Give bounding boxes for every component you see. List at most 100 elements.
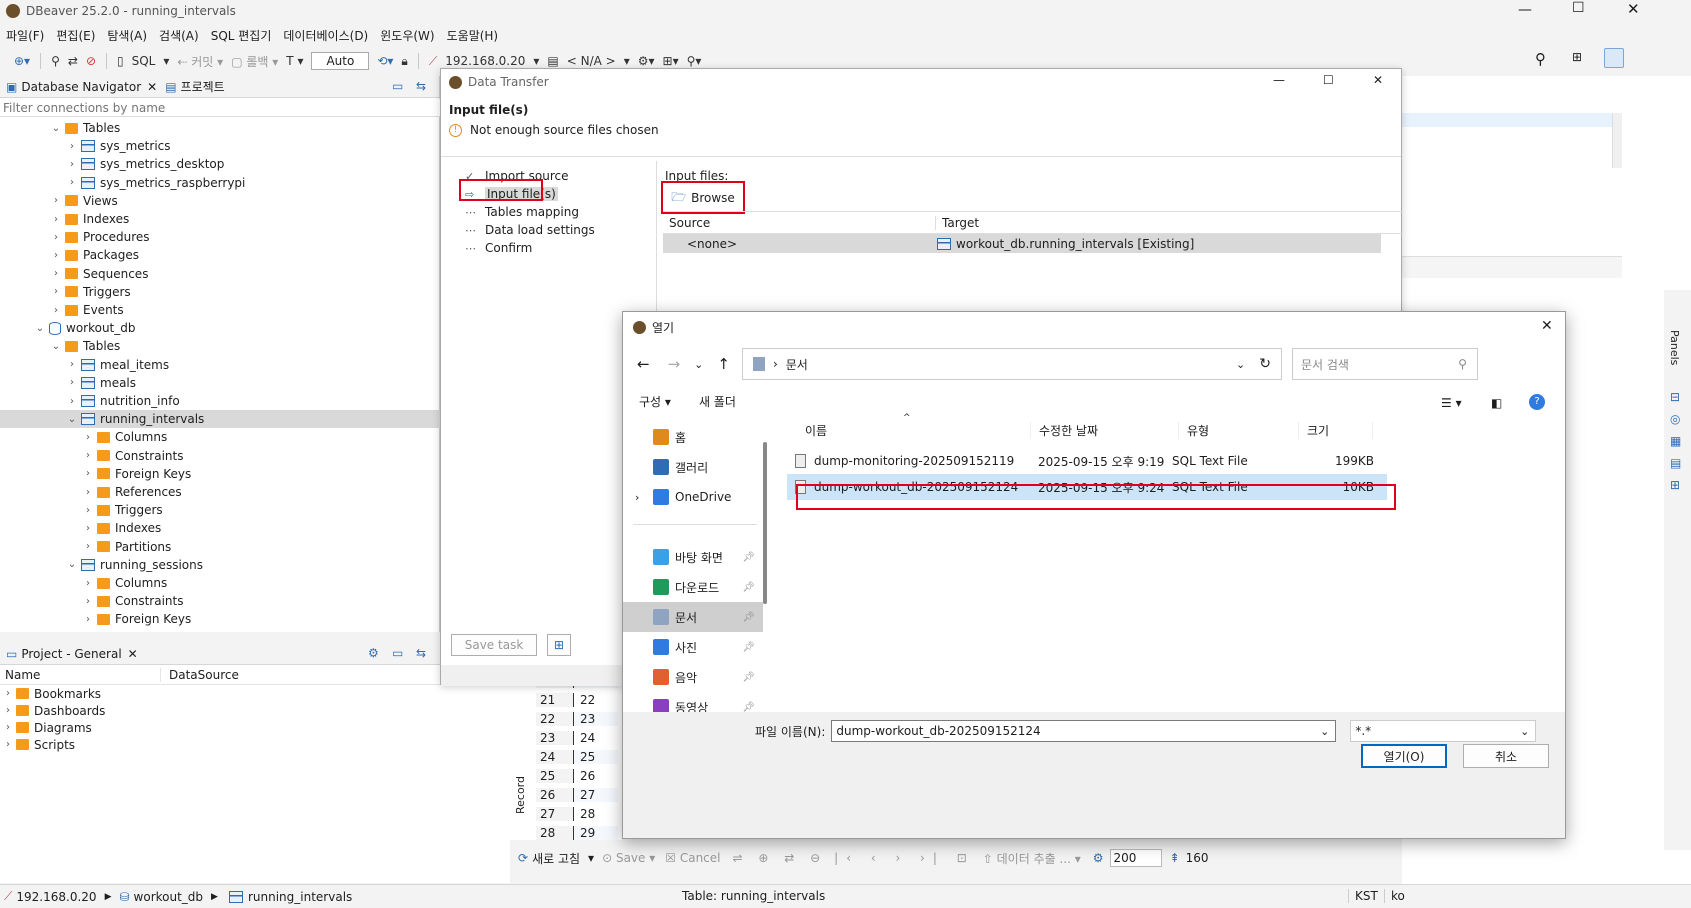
tree-item[interactable]: ⌄ Tables [50,337,121,355]
sidebar-location[interactable]: 사진 📌︎ [623,632,763,662]
menu-file[interactable]: 파일(F) [6,27,44,44]
file-type-filter[interactable]: *.* ⌄ [1350,720,1537,742]
file-search-box[interactable]: 문서 검색 ⚲ [1291,348,1478,380]
tree-item[interactable]: › Indexes [82,519,161,537]
pin-icon[interactable]: 📌︎ [742,642,755,653]
settings-icon[interactable]: ⚙ [368,646,379,660]
project-item[interactable]: › Diagrams [0,719,510,736]
task-config-button[interactable]: ⊞ [547,634,571,656]
grid-row[interactable]: 26 27 [536,786,618,804]
rollback-button[interactable]: ▢ 롤백 ▾ [231,53,278,70]
tree-item[interactable]: › meals [66,374,136,392]
pin-icon[interactable]: 📌︎ [742,702,755,713]
save-button[interactable]: ⊙ Save ▾ [602,851,655,865]
sidebar-location[interactable]: 다운로드 📌︎ [623,572,763,602]
expand-caret-icon[interactable]: › [82,450,94,461]
project-item[interactable]: › Dashboards [0,702,510,719]
cancel-button[interactable]: ☒ Cancel [665,851,720,865]
tree-item[interactable]: › Triggers [82,501,163,519]
col-size[interactable]: 크기 [1298,421,1373,439]
sidebar-location[interactable]: 문서 📌︎ [623,602,763,632]
tree-item[interactable]: › Views [50,192,118,210]
transaction-mode-icon[interactable]: T ▾ [286,54,303,68]
sql-editor-icon[interactable]: ▯ [117,54,124,68]
tree-item[interactable]: › Triggers [50,283,131,301]
panel-icon-5[interactable]: ⊞ [1670,478,1680,492]
maximize-icon[interactable]: ☐ [1572,0,1585,16]
wizard-step[interactable]: ⋯ Tables mapping [465,203,579,221]
dt-maximize-icon[interactable]: ☐ [1323,73,1334,87]
tree-item[interactable]: › nutrition_info [66,392,180,410]
col-modified[interactable]: 수정한 날짜 [1030,421,1178,439]
back-icon[interactable]: ← [637,355,650,373]
save-task-button[interactable]: Save task [451,634,537,656]
refresh-icon[interactable]: ⟳ [518,851,528,865]
collapse-icon[interactable]: ▭ [392,646,403,660]
tree-item[interactable]: › meal_items [66,356,169,374]
panel-icon-2[interactable]: ◎ [1670,412,1680,426]
fetch-all-icon[interactable]: ⇞ [1170,851,1180,865]
od-sidebar-scrollbar[interactable] [763,442,767,604]
expand-caret-icon[interactable]: › [82,487,94,498]
cancel-dialog-button[interactable]: 취소 [1463,744,1549,768]
tree-item[interactable]: › sys_metrics [66,137,171,155]
dt-minimize-icon[interactable]: — [1273,73,1285,87]
sidebar-location[interactable]: 음악 📌︎ [623,662,763,692]
tree-item[interactable]: › sys_metrics_desktop [66,155,224,173]
disconnect-icon[interactable]: ⊘ [86,54,96,68]
tree-item[interactable]: › Packages [50,246,139,264]
col-name-header[interactable]: Name [0,668,160,682]
lock-icon[interactable]: 🔒︎ [401,54,407,69]
edit-tools-icon[interactable]: ⇌ ⊕ ⇄ ⊖ [733,851,827,865]
new-folder-button[interactable]: 새 폴더 [699,393,736,410]
help-icon[interactable]: ? [1529,394,1545,410]
sidebar-location[interactable]: › OneDrive [623,482,763,512]
expand-caret-icon[interactable]: › [82,614,94,625]
grid-row[interactable]: 25 26 [536,767,618,785]
status-table[interactable]: running_intervals [248,890,352,904]
col-datasource-header[interactable]: DataSource [160,667,239,682]
expand-caret-icon[interactable]: › [66,396,78,407]
wizard-step[interactable]: ⋯ Confirm [465,239,532,257]
tree-item[interactable]: › Foreign Keys [82,465,191,483]
refresh-path-icon[interactable]: ↻ [1259,356,1271,372]
tree-item[interactable]: › Constraints [82,592,183,610]
search-icon[interactable]: ⚲ [1535,50,1546,68]
expand-caret-icon[interactable]: › [2,688,14,699]
tree-item[interactable]: ⌄ running_sessions [66,556,203,574]
col-type[interactable]: 유형 [1178,421,1298,439]
pin-icon[interactable]: 📌︎ [742,612,755,623]
expand-caret-icon[interactable]: › [82,505,94,516]
preview-pane-icon[interactable]: ◧ [1491,396,1502,410]
expand-caret-icon[interactable]: › [66,177,78,188]
wizard-step[interactable]: ⋯ Data load settings [465,221,595,239]
pin-icon[interactable]: 📌︎ [742,672,755,683]
tree-item[interactable]: › Constraints [82,447,183,465]
tree-item[interactable]: › Partitions [82,538,171,556]
minimize-icon[interactable]: — [1518,2,1532,18]
search-magnifier-icon[interactable]: ⚲ [1458,357,1467,371]
navigation-icons[interactable]: |‹ ‹ › ›| ⊡ [834,851,975,865]
expand-caret-icon[interactable]: › [82,432,94,443]
expand-caret-icon[interactable]: › [82,523,94,534]
dbeaver-perspective-icon[interactable] [1604,48,1624,68]
tree-item[interactable]: ⌄ workout_db [34,319,136,337]
tree-item[interactable]: › Indexes [50,210,129,228]
expand-caret-icon[interactable]: › [635,491,639,504]
recent-dropdown-icon[interactable]: ⌄ [694,358,703,371]
menu-window[interactable]: 윈도우(W) [380,27,434,44]
grid-row[interactable]: 27 28 [536,805,618,823]
grid-row[interactable]: 21 22 [536,691,618,709]
schema-selector[interactable]: < N/A > [567,54,616,68]
refresh-button[interactable]: 새로 고침 [532,850,580,867]
panel-icon-1[interactable]: ⊟ [1670,390,1680,404]
od-close-icon[interactable]: ✕ [1541,318,1553,334]
export-button[interactable]: ⇧ 데이터 추출 ... ▾ [983,850,1081,867]
pin-icon[interactable]: 📌︎ [742,582,755,593]
menu-search[interactable]: 검색(A) [159,27,199,44]
fetch-settings-icon[interactable]: ⚙ [1093,851,1104,865]
fetch-size-input[interactable]: 200 [1109,849,1162,867]
expand-caret-icon[interactable]: › [66,359,78,370]
file-type-dropdown-icon[interactable]: ⌄ [1520,725,1529,738]
commit-button[interactable]: ⇠ 커밋 ▾ [177,53,223,70]
